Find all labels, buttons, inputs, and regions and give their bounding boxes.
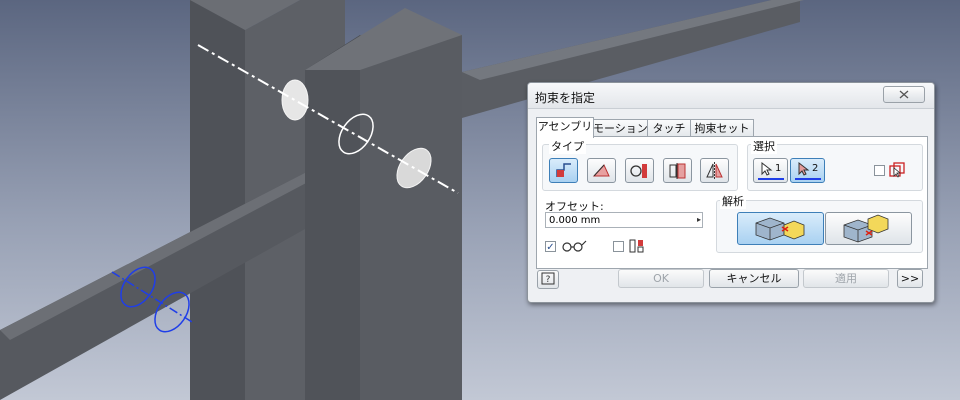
symmetry-constraint-icon — [706, 162, 723, 179]
offset-input[interactable] — [545, 212, 703, 228]
select-1-button[interactable]: 1 — [753, 158, 788, 183]
more-button[interactable]: >> — [897, 269, 923, 288]
tab-motion[interactable]: モーション — [592, 119, 648, 137]
ok-button[interactable]: OK — [618, 269, 704, 288]
select-arrow-icon — [758, 161, 784, 180]
mate-constraint-icon — [556, 163, 571, 177]
assembly-tab-panel: タイプ 選択 1 2 オフセット: 0.000 mm ▸ ✓ 解析 — [536, 136, 928, 269]
first-occurrence-checkbox[interactable] — [874, 165, 885, 176]
mate-solution-icon — [755, 217, 805, 241]
first-occurrence-icon — [889, 162, 905, 178]
predict-offset-checkbox[interactable] — [613, 241, 624, 252]
mate-solution-button[interactable] — [737, 212, 824, 245]
select-arrow-icon — [795, 161, 821, 180]
close-icon[interactable] — [883, 86, 925, 103]
svg-text:?: ? — [546, 275, 551, 285]
flush-solution-icon — [843, 214, 889, 243]
cancel-button[interactable]: キャンセル — [709, 269, 799, 288]
select-2-label: 2 — [812, 163, 819, 174]
insert-constraint-icon — [669, 163, 686, 179]
tangent-constraint-icon — [630, 164, 647, 178]
front-post — [305, 8, 462, 400]
tab-assembly[interactable]: アセンブリ — [536, 117, 594, 138]
tab-touch[interactable]: タッチ — [647, 119, 691, 137]
place-constraint-dialog: 拘束を指定 アセンブリ モーション タッチ 拘束セット タイプ 選択 1 2 オ… — [527, 82, 935, 303]
insert-constraint-button[interactable] — [663, 158, 692, 183]
help-icon[interactable]: ? — [537, 270, 559, 289]
select-1-label: 1 — [775, 163, 782, 174]
predict-offset-icon — [629, 239, 644, 253]
mate-constraint-button[interactable] — [549, 158, 578, 183]
dialog-titlebar[interactable]: 拘束を指定 — [528, 83, 934, 109]
symmetry-constraint-button[interactable] — [700, 158, 729, 183]
glasses-icon — [562, 240, 587, 252]
select-2-button[interactable]: 2 — [790, 158, 825, 183]
dialog-title: 拘束を指定 — [535, 91, 596, 105]
angle-constraint-icon — [592, 164, 610, 177]
selection-group-label: 選択 — [751, 138, 777, 154]
preview-checkbox[interactable]: ✓ — [545, 241, 556, 253]
tab-constraint-set[interactable]: 拘束セット — [690, 119, 754, 137]
tangent-constraint-button[interactable] — [625, 158, 654, 183]
solution-group-label: 解析 — [720, 193, 746, 209]
angle-constraint-button[interactable] — [587, 158, 616, 183]
flush-solution-button[interactable] — [825, 212, 912, 245]
apply-button[interactable]: 適用 — [803, 269, 889, 288]
type-group-label: タイプ — [549, 138, 586, 154]
chevron-right-icon[interactable]: ▸ — [697, 213, 705, 227]
